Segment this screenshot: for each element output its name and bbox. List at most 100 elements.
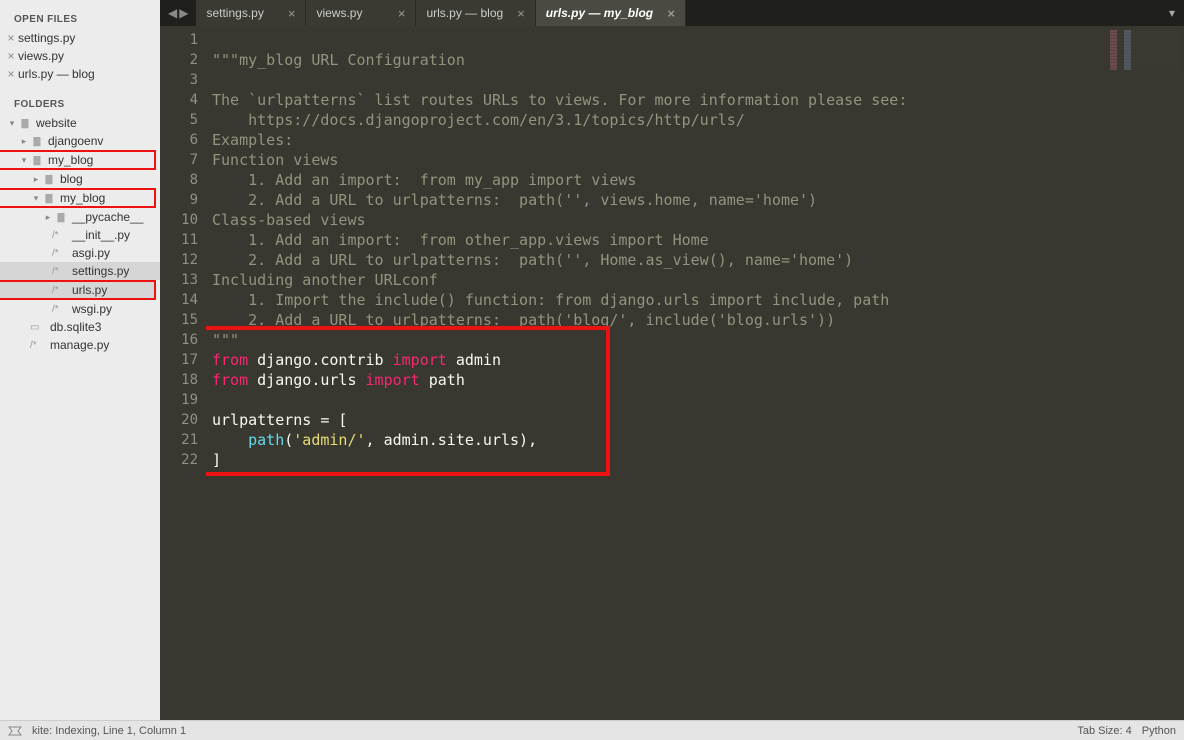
file-type-label: /* bbox=[52, 304, 68, 315]
file-row-settings[interactable]: /* settings.py bbox=[0, 262, 160, 280]
code-area[interactable]: """my_blog URL Configuration The `urlpat… bbox=[206, 26, 1184, 720]
folder-icon bbox=[18, 117, 32, 129]
tab-label: urls.py — my_blog bbox=[546, 6, 653, 20]
status-kite[interactable]: kite: Indexing, Line 1, Column 1 bbox=[32, 725, 186, 737]
line-number: 11 bbox=[160, 230, 206, 250]
code-line: Including another URLconf bbox=[212, 271, 438, 289]
chevron-right-icon[interactable]: ▸ bbox=[42, 211, 54, 223]
folder-icon bbox=[30, 154, 44, 166]
close-icon[interactable]: × bbox=[398, 6, 406, 21]
code-line: urlpatterns = [ bbox=[212, 411, 347, 429]
chevron-right-icon[interactable]: ▸ bbox=[30, 173, 42, 185]
folders-heading: FOLDERS bbox=[0, 93, 160, 114]
file-row-manage[interactable]: /* manage.py bbox=[0, 336, 160, 354]
code-line: 1. Add an import: from my_app import vie… bbox=[212, 171, 636, 189]
open-file-label: urls.py — blog bbox=[18, 67, 95, 81]
file-label: wsgi.py bbox=[72, 302, 112, 316]
close-icon[interactable]: × bbox=[667, 6, 675, 21]
code-line: https://docs.djangoproject.com/en/3.1/to… bbox=[212, 111, 745, 129]
folder-icon bbox=[42, 192, 56, 204]
status-language[interactable]: Python bbox=[1142, 725, 1176, 737]
file-type-label: /* bbox=[52, 266, 68, 277]
close-icon[interactable]: × bbox=[4, 31, 18, 45]
file-label: __init__.py bbox=[72, 228, 130, 242]
tab-urls-my-blog[interactable]: urls.py — my_blog × bbox=[536, 0, 686, 26]
tab-nav-arrows[interactable]: ◀ ▶ bbox=[160, 0, 196, 26]
line-number: 18 bbox=[160, 370, 206, 390]
close-icon[interactable]: × bbox=[4, 67, 18, 81]
tab-bar: ◀ ▶ settings.py × views.py × urls.py — b… bbox=[160, 0, 1184, 26]
file-row-asgi[interactable]: /* asgi.py bbox=[0, 244, 160, 262]
open-file-label: views.py bbox=[18, 49, 64, 63]
line-number: 9 bbox=[160, 190, 206, 210]
code-line: 2. Add a URL to urlpatterns: path('', vi… bbox=[212, 191, 817, 209]
line-number: 8 bbox=[160, 170, 206, 190]
line-number: 19 bbox=[160, 390, 206, 410]
tab-urls-blog[interactable]: urls.py — blog × bbox=[416, 0, 535, 26]
line-number: 7 bbox=[160, 150, 206, 170]
folder-label: website bbox=[36, 116, 77, 130]
chevron-down-icon[interactable]: ▾ bbox=[6, 117, 18, 129]
line-number: 12 bbox=[160, 250, 206, 270]
file-type-label: ▭ bbox=[30, 322, 46, 333]
folder-icon bbox=[42, 173, 56, 185]
open-file-item[interactable]: × views.py bbox=[0, 47, 160, 65]
code-line: from django.contrib import admin bbox=[212, 351, 501, 369]
file-row-db[interactable]: ▭ db.sqlite3 bbox=[0, 318, 160, 336]
folder-label: blog bbox=[60, 172, 83, 186]
minimap[interactable] bbox=[1110, 30, 1180, 70]
line-number: 16 bbox=[160, 330, 206, 350]
code-line: Examples: bbox=[212, 131, 293, 149]
code-line: """my_blog URL Configuration bbox=[212, 51, 465, 69]
nav-back-icon[interactable]: ◀ bbox=[168, 6, 177, 20]
line-number: 22 bbox=[160, 450, 206, 470]
folder-row-website[interactable]: ▾ website bbox=[0, 114, 160, 132]
code-line: 1. Add an import: from other_app.views i… bbox=[212, 231, 709, 249]
line-number: 4 bbox=[160, 90, 206, 110]
folder-row-my-blog-inner[interactable]: ▾ my_blog bbox=[0, 189, 154, 207]
close-icon[interactable]: × bbox=[288, 6, 296, 21]
code-line: Function views bbox=[212, 151, 338, 169]
line-number-gutter: 1 2 3 4 5 6 7 8 9 10 11 12 13 14 15 16 1… bbox=[160, 26, 206, 720]
line-number: 14 bbox=[160, 290, 206, 310]
file-type-label: /* bbox=[52, 285, 68, 296]
open-files-heading: OPEN FILES bbox=[0, 8, 160, 29]
folder-row-pycache[interactable]: ▸ __pycache__ bbox=[0, 208, 160, 226]
chevron-right-icon[interactable]: ▸ bbox=[18, 135, 30, 147]
open-file-item[interactable]: × urls.py — blog bbox=[0, 65, 160, 83]
nav-forward-icon[interactable]: ▶ bbox=[179, 6, 188, 20]
sidebar: OPEN FILES × settings.py × views.py × ur… bbox=[0, 0, 160, 720]
highlight-annotation bbox=[206, 326, 610, 476]
chevron-down-icon[interactable]: ▾ bbox=[18, 154, 30, 166]
line-number: 21 bbox=[160, 430, 206, 450]
folder-row-blog[interactable]: ▸ blog bbox=[0, 170, 160, 188]
folder-row-djangoenv[interactable]: ▸ djangoenv bbox=[0, 132, 160, 150]
code-line: Class-based views bbox=[212, 211, 366, 229]
line-number: 5 bbox=[160, 110, 206, 130]
tab-settings[interactable]: settings.py × bbox=[196, 0, 306, 26]
code-line: path('admin/', admin.site.urls), bbox=[212, 431, 537, 449]
tab-views[interactable]: views.py × bbox=[306, 0, 416, 26]
close-icon[interactable]: × bbox=[517, 6, 525, 21]
file-label: urls.py bbox=[72, 283, 107, 297]
open-file-item[interactable]: × settings.py bbox=[0, 29, 160, 47]
folder-row-my-blog[interactable]: ▾ my_blog bbox=[0, 151, 154, 169]
close-icon[interactable]: × bbox=[4, 49, 18, 63]
line-number: 17 bbox=[160, 350, 206, 370]
open-file-label: settings.py bbox=[18, 31, 75, 45]
file-type-label: /* bbox=[52, 230, 68, 241]
status-tab-size[interactable]: Tab Size: 4 bbox=[1077, 725, 1131, 737]
file-row-init[interactable]: /* __init__.py bbox=[0, 226, 160, 244]
line-number: 15 bbox=[160, 310, 206, 330]
code-line: 1. Import the include() function: from d… bbox=[212, 291, 889, 309]
line-number: 1 bbox=[160, 30, 206, 50]
tab-label: urls.py — blog bbox=[426, 6, 503, 20]
tab-overflow-button[interactable]: ▾ bbox=[1160, 0, 1184, 26]
line-number: 13 bbox=[160, 270, 206, 290]
file-type-label: /* bbox=[30, 340, 46, 351]
file-row-urls[interactable]: /* urls.py bbox=[0, 281, 154, 299]
file-row-wsgi[interactable]: /* wsgi.py bbox=[0, 300, 160, 318]
code-line: ] bbox=[212, 451, 221, 469]
chevron-down-icon[interactable]: ▾ bbox=[30, 192, 42, 204]
file-type-label: /* bbox=[52, 248, 68, 259]
